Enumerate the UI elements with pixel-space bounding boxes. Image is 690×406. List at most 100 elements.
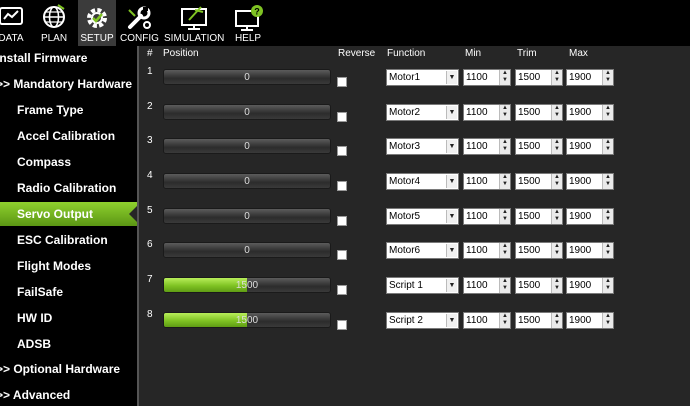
min-stepper[interactable]: 1100 ▲ ▼ (463, 242, 511, 259)
spin-up-icon[interactable]: ▲ (552, 278, 562, 285)
spin-buttons[interactable]: ▲ ▼ (602, 278, 613, 293)
spin-buttons[interactable]: ▲ ▼ (499, 70, 510, 85)
sidebar-item-esc-calibration[interactable]: ESC Calibration (0, 228, 138, 252)
sidebar-item-hw-id[interactable]: HW ID (0, 306, 138, 330)
spin-down-icon[interactable]: ▼ (500, 181, 510, 188)
sidebar-item-flight-modes[interactable]: Flight Modes (0, 254, 138, 278)
spin-down-icon[interactable]: ▼ (603, 285, 613, 292)
spin-buttons[interactable]: ▲ ▼ (499, 243, 510, 258)
trim-stepper[interactable]: 1500 ▲ ▼ (515, 104, 563, 121)
spin-up-icon[interactable]: ▲ (500, 174, 510, 181)
max-stepper[interactable]: 1900 ▲ ▼ (566, 173, 614, 190)
spin-buttons[interactable]: ▲ ▼ (602, 70, 613, 85)
max-stepper[interactable]: 1900 ▲ ▼ (566, 277, 614, 294)
spin-up-icon[interactable]: ▲ (603, 174, 613, 181)
spin-buttons[interactable]: ▲ ▼ (499, 139, 510, 154)
spin-buttons[interactable]: ▲ ▼ (602, 105, 613, 120)
max-stepper[interactable]: 1900 ▲ ▼ (566, 312, 614, 329)
chevron-down-icon[interactable]: ▼ (446, 210, 457, 223)
spin-up-icon[interactable]: ▲ (603, 70, 613, 77)
spin-down-icon[interactable]: ▼ (603, 112, 613, 119)
chevron-down-icon[interactable]: ▼ (446, 71, 457, 84)
spin-up-icon[interactable]: ▲ (500, 278, 510, 285)
reverse-checkbox[interactable] (337, 181, 347, 191)
trim-stepper[interactable]: 1500 ▲ ▼ (515, 208, 563, 225)
sidebar-item-mandatory-hardware[interactable]: >> Mandatory Hardware (0, 72, 134, 96)
trim-stepper[interactable]: 1500 ▲ ▼ (515, 242, 563, 259)
spin-up-icon[interactable]: ▲ (552, 174, 562, 181)
sidebar-item-compass[interactable]: Compass (0, 150, 138, 174)
spin-down-icon[interactable]: ▼ (500, 250, 510, 257)
spin-buttons[interactable]: ▲ ▼ (602, 174, 613, 189)
min-stepper[interactable]: 1100 ▲ ▼ (463, 104, 511, 121)
min-stepper[interactable]: 1100 ▲ ▼ (463, 69, 511, 86)
spin-up-icon[interactable]: ▲ (500, 313, 510, 320)
spin-buttons[interactable]: ▲ ▼ (551, 278, 562, 293)
function-dropdown[interactable]: Motor2 ▼ (386, 104, 459, 121)
spin-down-icon[interactable]: ▼ (500, 112, 510, 119)
sidebar-item-servo-output[interactable]: Servo Output (0, 202, 138, 226)
sidebar-item-accel-calibration[interactable]: Accel Calibration (0, 124, 138, 148)
function-dropdown[interactable]: Motor1 ▼ (386, 69, 459, 86)
spin-up-icon[interactable]: ▲ (603, 313, 613, 320)
function-dropdown[interactable]: Motor6 ▼ (386, 242, 459, 259)
reverse-checkbox[interactable] (337, 285, 347, 295)
spin-down-icon[interactable]: ▼ (500, 285, 510, 292)
min-stepper[interactable]: 1100 ▲ ▼ (463, 208, 511, 225)
spin-up-icon[interactable]: ▲ (552, 313, 562, 320)
spin-up-icon[interactable]: ▲ (603, 278, 613, 285)
spin-buttons[interactable]: ▲ ▼ (551, 313, 562, 328)
spin-up-icon[interactable]: ▲ (500, 243, 510, 250)
min-stepper[interactable]: 1100 ▲ ▼ (463, 312, 511, 329)
spin-down-icon[interactable]: ▼ (552, 250, 562, 257)
spin-down-icon[interactable]: ▼ (500, 146, 510, 153)
toolbar-button-config[interactable]: CONFIG (120, 0, 159, 46)
reverse-checkbox[interactable] (337, 112, 347, 122)
trim-stepper[interactable]: 1500 ▲ ▼ (515, 312, 563, 329)
max-stepper[interactable]: 1900 ▲ ▼ (566, 138, 614, 155)
spin-up-icon[interactable]: ▲ (603, 209, 613, 216)
sidebar-item-radio-calibration[interactable]: Radio Calibration (0, 176, 138, 200)
spin-down-icon[interactable]: ▼ (603, 250, 613, 257)
chevron-down-icon[interactable]: ▼ (446, 106, 457, 119)
spin-buttons[interactable]: ▲ ▼ (551, 105, 562, 120)
spin-up-icon[interactable]: ▲ (552, 70, 562, 77)
spin-down-icon[interactable]: ▼ (500, 320, 510, 327)
spin-buttons[interactable]: ▲ ▼ (602, 313, 613, 328)
max-stepper[interactable]: 1900 ▲ ▼ (566, 208, 614, 225)
max-stepper[interactable]: 1900 ▲ ▼ (566, 69, 614, 86)
spin-up-icon[interactable]: ▲ (552, 139, 562, 146)
spin-up-icon[interactable]: ▲ (500, 70, 510, 77)
sidebar-item-failsafe[interactable]: FailSafe (0, 280, 138, 304)
reverse-checkbox[interactable] (337, 146, 347, 156)
spin-down-icon[interactable]: ▼ (552, 216, 562, 223)
reverse-checkbox[interactable] (337, 320, 347, 330)
spin-buttons[interactable]: ▲ ▼ (499, 209, 510, 224)
spin-buttons[interactable]: ▲ ▼ (602, 139, 613, 154)
function-dropdown[interactable]: Motor4 ▼ (386, 173, 459, 190)
sidebar-item-frame-type[interactable]: Frame Type (0, 98, 138, 122)
sidebar-item-advanced[interactable]: >> Advanced (0, 383, 134, 406)
spin-up-icon[interactable]: ▲ (552, 243, 562, 250)
max-stepper[interactable]: 1900 ▲ ▼ (566, 104, 614, 121)
trim-stepper[interactable]: 1500 ▲ ▼ (515, 277, 563, 294)
spin-buttons[interactable]: ▲ ▼ (602, 209, 613, 224)
min-stepper[interactable]: 1100 ▲ ▼ (463, 173, 511, 190)
reverse-checkbox[interactable] (337, 77, 347, 87)
chevron-down-icon[interactable]: ▼ (446, 175, 457, 188)
min-stepper[interactable]: 1100 ▲ ▼ (463, 277, 511, 294)
sidebar-item-optional-hardware[interactable]: >> Optional Hardware (0, 357, 134, 381)
spin-down-icon[interactable]: ▼ (552, 77, 562, 84)
toolbar-button-setup[interactable]: SETUP (78, 0, 116, 46)
function-dropdown[interactable]: Motor3 ▼ (386, 138, 459, 155)
trim-stepper[interactable]: 1500 ▲ ▼ (515, 138, 563, 155)
function-dropdown[interactable]: Script 1 ▼ (386, 277, 459, 294)
spin-buttons[interactable]: ▲ ▼ (499, 174, 510, 189)
chevron-down-icon[interactable]: ▼ (446, 314, 457, 327)
spin-down-icon[interactable]: ▼ (500, 216, 510, 223)
spin-down-icon[interactable]: ▼ (552, 285, 562, 292)
reverse-checkbox[interactable] (337, 216, 347, 226)
max-stepper[interactable]: 1900 ▲ ▼ (566, 242, 614, 259)
function-dropdown[interactable]: Motor5 ▼ (386, 208, 459, 225)
sidebar-item-adsb[interactable]: ADSB (0, 332, 138, 356)
